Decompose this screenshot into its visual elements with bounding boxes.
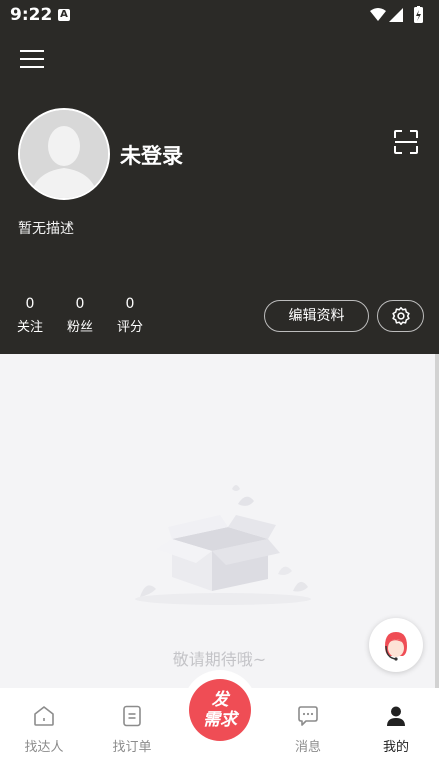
stat-followers[interactable]: 0 粉丝 <box>60 296 100 335</box>
order-icon <box>123 705 141 727</box>
stat-value: 0 <box>25 296 35 312</box>
tab-find-talent[interactable]: 找达人 <box>9 704 79 755</box>
empty-box-icon <box>135 485 311 605</box>
scan-button[interactable] <box>393 129 419 155</box>
profile-description: 暂无描述 <box>18 221 74 237</box>
profile-header: 未登录 暂无描述 0 关注 0 粉丝 0 评分 编辑资料 <box>0 32 439 354</box>
status-time: 9:22 <box>10 5 53 25</box>
stat-rating[interactable]: 0 评分 <box>110 296 150 335</box>
default-avatar-icon <box>20 110 108 198</box>
tab-label: 找达人 <box>24 740 64 755</box>
person-icon <box>387 706 405 726</box>
hamburger-icon <box>20 50 44 52</box>
message-icon <box>298 706 318 726</box>
status-bar: 9:22 A <box>0 0 439 32</box>
wifi-icon <box>370 8 386 21</box>
publish-label-line1: 发 <box>211 690 229 710</box>
stat-label: 粉丝 <box>66 320 93 335</box>
tab-label: 消息 <box>294 740 321 755</box>
edit-profile-button[interactable]: 编辑资料 <box>264 300 369 332</box>
customer-service-button[interactable] <box>369 618 423 672</box>
house-icon <box>34 706 54 726</box>
gear-icon <box>392 306 410 326</box>
nickname[interactable]: 未登录 <box>120 140 183 170</box>
tab-label: 我的 <box>382 740 409 755</box>
stat-label: 关注 <box>16 320 43 335</box>
a-notification-icon: A <box>58 9 70 21</box>
scrollbar[interactable] <box>435 354 439 694</box>
customer-service-icon <box>385 632 407 661</box>
stat-value: 0 <box>75 296 85 312</box>
settings-button[interactable] <box>377 300 424 332</box>
menu-button[interactable] <box>20 46 48 70</box>
scan-icon <box>394 130 418 154</box>
signal-icon <box>389 8 403 22</box>
tab-find-order[interactable]: 找订单 <box>97 704 167 755</box>
tab-messages[interactable]: 消息 <box>273 704 343 755</box>
stat-following[interactable]: 0 关注 <box>10 296 50 335</box>
stat-value: 0 <box>125 296 135 312</box>
publish-label-line2: 需求 <box>203 710 237 730</box>
tab-mine[interactable]: 我的 <box>361 704 431 755</box>
publish-demand-button[interactable]: 发 需求 <box>189 679 251 741</box>
avatar[interactable] <box>18 108 110 200</box>
system-status-icons <box>370 6 423 23</box>
stat-label: 评分 <box>116 320 143 335</box>
tab-label: 找订单 <box>112 740 152 755</box>
